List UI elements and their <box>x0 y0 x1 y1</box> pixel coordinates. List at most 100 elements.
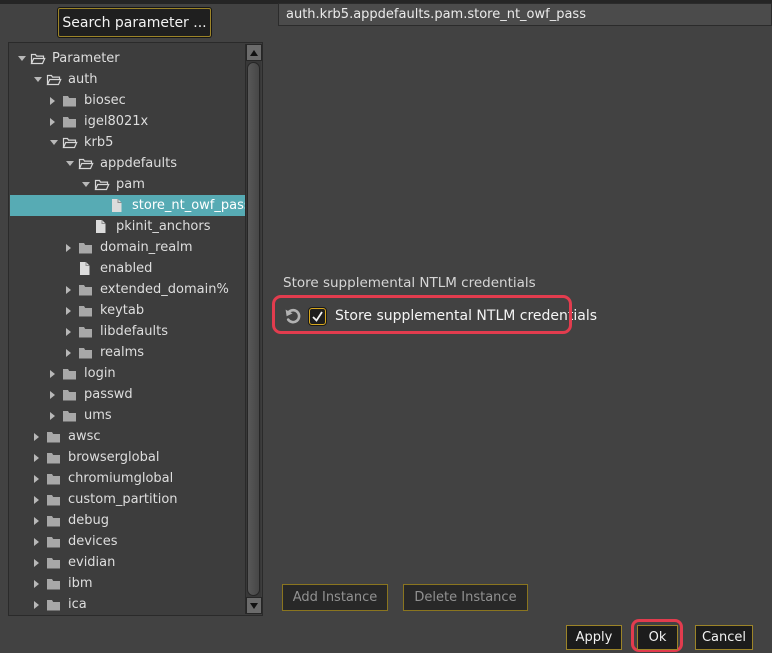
tree-item-domain-realm[interactable]: domain_realm <box>10 237 246 258</box>
scroll-up-button[interactable] <box>246 44 262 61</box>
tree-item-label: domain_realm <box>100 240 193 255</box>
collapse-triangle-icon[interactable] <box>34 75 46 85</box>
collapse-triangle-icon[interactable] <box>66 159 78 169</box>
undo-arrow-icon[interactable] <box>284 307 302 325</box>
folder-closed-icon <box>46 430 63 443</box>
folder-open-icon <box>78 157 95 170</box>
delete-instance-button[interactable]: Delete Instance <box>403 584 528 611</box>
tree-item-appdefaults[interactable]: appdefaults <box>10 153 246 174</box>
expand-triangle-icon[interactable] <box>34 558 46 568</box>
parameter-path-field[interactable]: auth.krb5.appdefaults.pam.store_nt_owf_p… <box>278 3 772 26</box>
checkbox-label: Store supplemental NTLM credentials <box>335 308 597 324</box>
tree-item-chromiumglobal[interactable]: chromiumglobal <box>10 468 246 489</box>
expand-triangle-icon[interactable] <box>34 579 46 589</box>
tree-item-label: igel8021x <box>84 114 148 129</box>
tree-item-passwd[interactable]: passwd <box>10 384 246 405</box>
tree-item-auth[interactable]: auth <box>10 69 246 90</box>
folder-closed-icon <box>46 451 63 464</box>
expand-triangle-icon[interactable] <box>66 243 78 253</box>
expand-triangle-icon[interactable] <box>50 96 62 106</box>
tree-item-login[interactable]: login <box>10 363 246 384</box>
collapse-triangle-icon[interactable] <box>50 138 62 148</box>
tree-item-enabled[interactable]: enabled <box>10 258 246 279</box>
expand-triangle-icon[interactable] <box>34 537 46 547</box>
expand-triangle-icon[interactable] <box>34 495 46 505</box>
tree-item-biosec[interactable]: biosec <box>10 90 246 111</box>
expand-triangle-icon[interactable] <box>34 474 46 484</box>
tree-item-parameter[interactable]: Parameter <box>10 48 246 69</box>
folder-closed-icon <box>62 115 79 128</box>
store-ntlm-checkbox[interactable] <box>309 308 326 325</box>
scrollbar-thumb[interactable] <box>247 62 260 596</box>
tree-item-label: debug <box>68 513 109 528</box>
tree-item-devices[interactable]: devices <box>10 531 246 552</box>
parameter-editor-row: Store supplemental NTLM credentials <box>284 302 597 330</box>
tree-item-ibm[interactable]: ibm <box>10 573 246 594</box>
tree-item-realms[interactable]: realms <box>10 342 246 363</box>
tree-item-label: login <box>84 366 116 381</box>
folder-closed-icon <box>46 556 63 569</box>
tree-item-ums[interactable]: ums <box>10 405 246 426</box>
expand-triangle-icon[interactable] <box>34 453 46 463</box>
search-parameter-button[interactable]: Search parameter ... <box>58 8 211 37</box>
tree-item-label: ums <box>84 408 112 423</box>
expander-spacer <box>82 222 94 232</box>
tree-item-evidian[interactable]: evidian <box>10 552 246 573</box>
registry-editor-window: Search parameter ... auth.krb5.appdefaul… <box>0 0 772 653</box>
parameter-tree: Parameter auth biosec igel8021x krb5appdefau… <box>10 44 246 614</box>
expand-triangle-icon[interactable] <box>66 306 78 316</box>
expand-triangle-icon[interactable] <box>50 411 62 421</box>
folder-open-icon <box>46 73 63 86</box>
expand-triangle-icon[interactable] <box>66 327 78 337</box>
tree-item-custom-partition[interactable]: custom_partition <box>10 489 246 510</box>
triangle-down-icon <box>250 603 258 609</box>
tree-item-extended-domain[interactable]: extended_domain% <box>10 279 246 300</box>
cancel-button[interactable]: Cancel <box>695 625 753 650</box>
folder-open-icon <box>30 52 47 65</box>
file-icon <box>78 261 95 276</box>
folder-closed-icon <box>78 346 95 359</box>
expand-triangle-icon[interactable] <box>34 600 46 610</box>
apply-button[interactable]: Apply <box>566 625 622 650</box>
tree-item-keytab[interactable]: keytab <box>10 300 246 321</box>
tree-scrollbar[interactable] <box>245 44 261 614</box>
tree-item-label: ibm <box>68 576 93 591</box>
folder-closed-icon <box>62 367 79 380</box>
file-icon <box>110 198 127 213</box>
tree-item-label: libdefaults <box>100 324 168 339</box>
tree-item-pam[interactable]: pam <box>10 174 246 195</box>
expand-triangle-icon[interactable] <box>50 117 62 127</box>
tree-item-store-nt-owf-pass[interactable]: store_nt_owf_pass <box>10 195 246 216</box>
tree-item-libdefaults[interactable]: libdefaults <box>10 321 246 342</box>
expand-triangle-icon[interactable] <box>50 390 62 400</box>
collapse-triangle-icon[interactable] <box>18 54 30 64</box>
folder-closed-icon <box>46 577 63 590</box>
folder-closed-icon <box>46 493 63 506</box>
tree-item-ica[interactable]: ica <box>10 594 246 614</box>
tree-item-label: biosec <box>84 93 126 108</box>
tree-item-debug[interactable]: debug <box>10 510 246 531</box>
tree-item-krb5[interactable]: krb5 <box>10 132 246 153</box>
expander-spacer <box>66 264 78 274</box>
expand-triangle-icon[interactable] <box>66 285 78 295</box>
folder-closed-icon <box>78 241 95 254</box>
scroll-down-button[interactable] <box>246 597 262 614</box>
folder-closed-icon <box>46 514 63 527</box>
folder-closed-icon <box>78 283 95 296</box>
expand-triangle-icon[interactable] <box>50 369 62 379</box>
tree-item-label: store_nt_owf_pass <box>132 198 246 213</box>
tree-item-awsc[interactable]: awsc <box>10 426 246 447</box>
tree-item-browserglobal[interactable]: browserglobal <box>10 447 246 468</box>
tree-item-label: auth <box>68 72 98 87</box>
add-instance-button[interactable]: Add Instance <box>282 584 388 611</box>
ok-button[interactable]: Ok <box>637 625 678 650</box>
expand-triangle-icon[interactable] <box>66 348 78 358</box>
folder-closed-icon <box>62 409 79 422</box>
collapse-triangle-icon[interactable] <box>82 180 94 190</box>
expand-triangle-icon[interactable] <box>34 516 46 526</box>
tree-item-label: awsc <box>68 429 101 444</box>
tree-item-pkinit-anchors[interactable]: pkinit_anchors <box>10 216 246 237</box>
expand-triangle-icon[interactable] <box>34 432 46 442</box>
folder-closed-icon <box>62 94 79 107</box>
tree-item-igel8021x[interactable]: igel8021x <box>10 111 246 132</box>
